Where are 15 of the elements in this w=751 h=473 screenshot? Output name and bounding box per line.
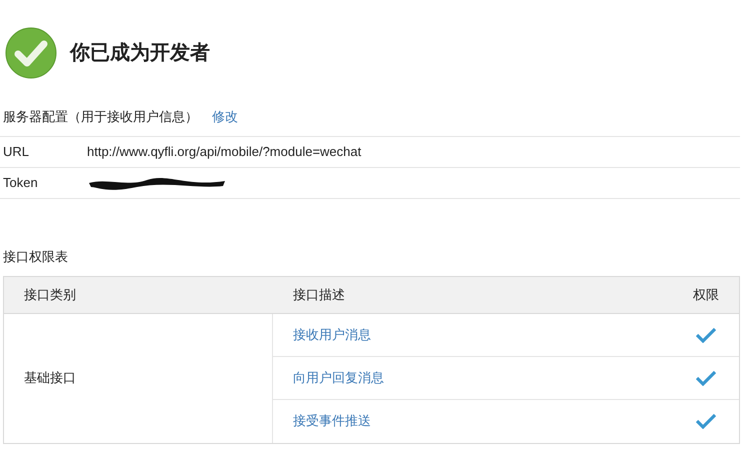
- column-header: 接口类别: [23, 286, 77, 304]
- table-cell-text: 基础接口: [24, 369, 76, 388]
- column-header: 权限: [692, 286, 720, 304]
- field-value: http://www.qyfli.org/api/mobile/?module=wechat: [87, 143, 362, 162]
- section-label: 服务器配置（用于接收用户信息）: [3, 108, 198, 126]
- success-check-icon: [5, 27, 57, 79]
- field-label: URL: [3, 143, 30, 162]
- edit-link[interactable]: 修改: [212, 107, 238, 127]
- column-header: 接口描述: [292, 286, 346, 304]
- interface-link[interactable]: 向用户回复消息: [273, 368, 679, 388]
- interface-link[interactable]: 接受事件推送: [273, 411, 679, 431]
- section-label: 接口权限表: [2, 248, 69, 266]
- interface-link[interactable]: 接收用户消息: [273, 324, 679, 344]
- field-label: Token: [3, 174, 39, 192]
- page-title: 你已成为开发者: [70, 41, 210, 66]
